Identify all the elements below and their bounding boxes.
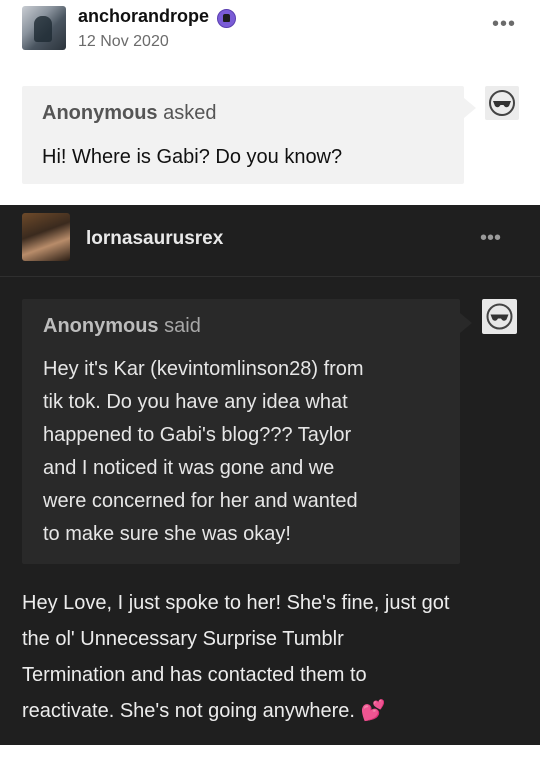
quoted-line: tik tok. Do you have any idea what xyxy=(43,391,348,413)
avatar[interactable] xyxy=(22,213,70,261)
ask-bubble: Anonymous asked Hi! Where is Gabi? Do yo… xyxy=(22,86,476,184)
anonymous-avatar-icon xyxy=(482,299,517,334)
ask-header: Anonymous asked xyxy=(42,102,217,125)
reblog-header: lornasaurusrex ••• xyxy=(0,205,540,277)
two-hearts-icon: 💕 xyxy=(360,700,386,722)
ask-question: Hi! Where is Gabi? Do you know? xyxy=(42,146,343,168)
more-options-icon[interactable]: ••• xyxy=(480,228,501,248)
reply-line: the ol' Unnecessary Surprise Tumblr xyxy=(22,628,344,650)
reply-line: reactivate. She's not going anywhere. xyxy=(22,700,355,722)
quoted-asker-name: Anonymous xyxy=(43,315,159,337)
quoted-line: happened to Gabi's blog??? Taylor xyxy=(43,424,352,446)
post-date: 12 Nov 2020 xyxy=(78,33,169,50)
more-options-icon[interactable]: ••• xyxy=(492,14,516,34)
reply-line: Termination and has contacted them to xyxy=(22,664,367,686)
ask-verb: asked xyxy=(163,102,217,124)
quoted-ask-bubble: Anonymous said Hey it's Kar (kevintomlin… xyxy=(22,299,472,564)
asker-name: Anonymous xyxy=(42,102,158,124)
post-username[interactable]: anchorandrope xyxy=(78,6,209,27)
page-footer-spacer xyxy=(0,745,540,766)
anonymous-avatar-icon xyxy=(485,86,519,120)
badge-icon xyxy=(217,9,236,28)
post-header: anchorandrope 12 Nov 2020 ••• xyxy=(0,0,540,70)
quoted-line: were concerned for her and wanted xyxy=(43,490,358,512)
reblog-section: lornasaurusrex ••• Anonymous said Hey it… xyxy=(0,205,540,745)
quoted-line: to make sure she was okay! xyxy=(43,523,291,545)
avatar[interactable] xyxy=(22,6,66,50)
quoted-ask-header: Anonymous said xyxy=(43,315,201,338)
quoted-ask-text: Hey it's Kar (kevintomlinson28) from tik… xyxy=(43,353,443,551)
quoted-line: and I noticed it was gone and we xyxy=(43,457,335,479)
reblog-username[interactable]: lornasaurusrex xyxy=(86,228,223,250)
quoted-ask-verb: said xyxy=(164,315,201,337)
quoted-line: Hey it's Kar (kevintomlinson28) from xyxy=(43,358,364,380)
reply-line: Hey Love, I just spoke to her! She's fin… xyxy=(22,592,450,614)
reply-text: Hey Love, I just spoke to her! She's fin… xyxy=(22,585,522,729)
